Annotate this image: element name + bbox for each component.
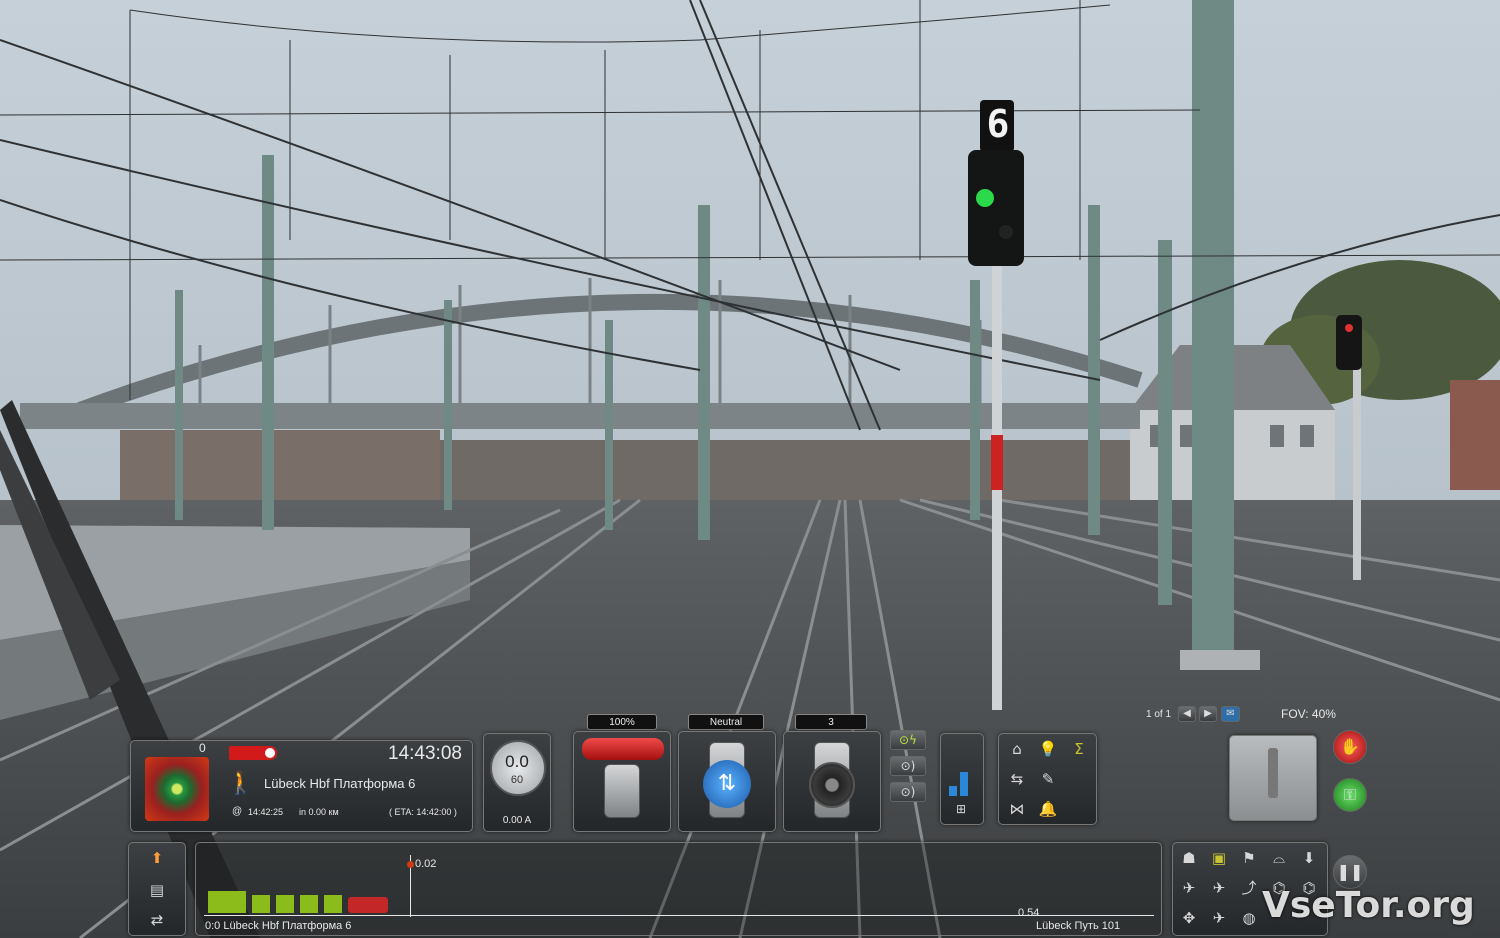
speed-limit: 60 [510,774,524,786]
pause-icon[interactable]: ❚❚ [1333,855,1367,889]
stop-distance: in 0.00 км [299,807,339,817]
throttle-indicator [582,738,664,760]
message-icon[interactable]: ✉ [1221,706,1240,722]
sigma-icon[interactable]: Σ [1065,736,1093,762]
route-indicator: 6 [986,102,1010,146]
camera-2-icon[interactable]: ✈ [1205,875,1233,901]
wipers-icon[interactable]: ⊙) [890,782,926,802]
sander-icon[interactable]: ⊙ϟ [890,730,926,750]
throttle-label: 100% [587,714,657,730]
fov-indicator: FOV: 40% [1281,707,1336,721]
game-clock: 14:43:08 [388,743,462,764]
start-location: 0:0 Lübeck Hbf Платформа 6 [205,920,352,932]
bell-icon[interactable]: 🔔 [1034,796,1062,822]
end-location: Lübeck Путь 101 [1036,920,1121,932]
upload-icon[interactable]: ⬆ [143,845,171,871]
brake-label: 3 [795,714,867,730]
coupler-icon[interactable]: ⇆ [1003,766,1031,792]
train-view-icon[interactable]: ▣ [1205,845,1233,871]
arrival-time: 14:42:25 [248,807,284,817]
track-line [204,915,1154,916]
brake-dial-icon [809,762,855,808]
down-arrow-icon[interactable]: ⬇ [1295,845,1323,871]
camera-1-icon[interactable]: ✈ [1175,875,1203,901]
globe-icon[interactable]: ◍ [1235,905,1263,931]
pan-icon[interactable]: ✥ [1175,905,1203,931]
throttle-control[interactable] [573,731,671,832]
train-consist [208,891,388,915]
alert-counter: 0 [199,741,206,755]
plane-icon[interactable]: ✈ [1205,905,1233,931]
speed-value: 0.0 [505,752,529,771]
reverser-arrows-icon: ⇅ [703,760,751,808]
function-grid: ⌂ 💡 Σ ⇆ ✎ ⋈ 🔔 [998,733,1097,825]
cab-view-icon[interactable]: ☗ [1175,845,1203,871]
tools-column: ⬆ ▤ ⇄ [128,842,186,936]
walking-person-icon: 🚶 [227,771,255,796]
swap-direction-icon[interactable]: ⇄ [143,907,171,933]
camera-page-indicator: 1 of 1 [1146,709,1172,720]
at-symbol: @ [232,806,243,817]
locomotive-icon [348,897,388,913]
stop-hand-icon[interactable]: ✋ [1333,730,1367,764]
bridge-view-icon[interactable]: ⌓ [1265,845,1293,871]
meter-bar-2 [960,772,968,796]
go-key-icon[interactable]: ⚿ [1333,778,1367,812]
end-distance: 0.54 [1018,907,1040,919]
notes-icon[interactable]: ▤ [143,877,171,903]
meter-bar-1 [949,786,957,796]
signal-view-icon[interactable]: ⚑ [1235,845,1263,871]
prev-arrow-icon[interactable]: ◀ [1178,706,1196,722]
next-stop-name: Lübeck Hbf Платформа 6 [264,776,416,791]
handbrake-icon[interactable]: ✎ [1034,766,1062,792]
lights-icon[interactable]: 💡 [1034,736,1062,762]
next-stop-panel: 0 14:43:08 🚶 Lübeck Hbf Платформа 6 @ 14… [130,740,473,832]
horn-icon[interactable]: ⊙) [890,756,926,776]
throttle-lever[interactable] [604,764,640,818]
camera-3-icon[interactable]: ⤴ [1235,875,1263,901]
ammeter-value: 0.00 A [502,815,532,826]
exclamation-icon [1268,748,1278,798]
marker-distance: 0.02 [415,858,437,870]
alerter-button[interactable] [1229,735,1317,821]
pantograph-icon[interactable]: ⌂ [1003,736,1031,762]
marker-red-dot [407,861,414,868]
next-arrow-icon[interactable]: ▶ [1199,706,1217,722]
stop-eta: ( ETA: 14:42:00 ) [389,807,457,817]
doors-icon[interactable]: ⋈ [1003,796,1031,822]
track-monitor: 0.02 0.54 0:0 Lübeck Hbf Платформа 6 Lüb… [195,842,1162,936]
clock-icon [263,746,277,760]
signal-green-lamp [976,189,994,207]
reverser-label: Neutral [688,714,764,730]
radar-icon [145,757,209,821]
speedometer-panel: 0.0 60 0.00 A [483,733,551,832]
watermark: VseTor.org [1262,885,1475,926]
reverser-control[interactable]: ⇅ [678,731,776,832]
signal-meter-panel: ⊞ [940,733,984,825]
gauge-icon: ⊞ [955,802,967,816]
brake-control[interactable] [783,731,881,832]
